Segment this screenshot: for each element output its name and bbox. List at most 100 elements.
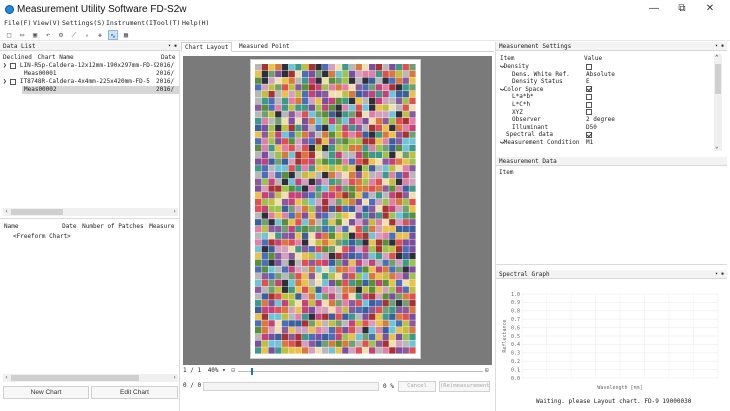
color-patch xyxy=(268,178,275,185)
scrollbar-thumb[interactable] xyxy=(715,64,721,94)
zoom-slider-thumb[interactable] xyxy=(251,368,253,375)
tab-measured-point[interactable]: Measured Point xyxy=(236,43,293,50)
scroll-down-icon[interactable]: ⌄ xyxy=(715,143,719,150)
menu-settings[interactable]: Settings(S) xyxy=(62,19,105,27)
color-patch xyxy=(342,266,349,273)
gear-icon[interactable]: ⚙ xyxy=(56,30,66,40)
horizontal-scrollbar[interactable]: ‹ › xyxy=(3,208,178,216)
color-patch xyxy=(389,84,396,91)
col-chart-name[interactable]: Chart Name xyxy=(38,54,74,61)
setting-value[interactable] xyxy=(586,63,592,70)
color-patch xyxy=(301,77,309,84)
expand-icon[interactable]: ❯ xyxy=(498,65,505,69)
new-icon[interactable]: □ xyxy=(4,30,14,40)
save-icon[interactable]: ▣ xyxy=(30,30,40,40)
patch-list-row[interactable]: <Freeform Chart> xyxy=(13,233,71,240)
list-item[interactable]: ❯ IT8748R-Caldera-4x4mm-225x420mm-FD-5 2… xyxy=(3,78,179,85)
patch-icon[interactable]: ▴ xyxy=(82,30,92,40)
scroll-left-icon[interactable]: ‹ xyxy=(3,374,10,382)
grid-icon[interactable]: ▦ xyxy=(121,30,131,40)
new-chart-button[interactable]: New Chart xyxy=(3,386,89,399)
minimize-button[interactable]: — xyxy=(646,3,662,15)
setting-checkbox[interactable] xyxy=(586,63,592,70)
col-measure[interactable]: Measure xyxy=(149,223,174,230)
undo-icon[interactable]: ↶ xyxy=(43,30,53,40)
color-patch xyxy=(295,347,302,354)
list-item[interactable]: ❯ LIN-R5p-Caldera-12x12mm-190x297mm-FD-9… xyxy=(3,62,179,69)
pin-icon[interactable]: ▾ ▪ xyxy=(168,42,177,51)
cancel-button[interactable]: Cancel xyxy=(398,381,436,392)
expand-icon[interactable]: ❯ xyxy=(498,141,505,145)
scroll-right-icon[interactable]: › xyxy=(171,374,178,382)
pin-icon[interactable]: ▾ ▪ xyxy=(715,42,724,51)
expand-icon[interactable]: ❯ xyxy=(3,78,7,85)
color-patch xyxy=(315,192,322,199)
color-patch xyxy=(362,64,369,71)
color-patch xyxy=(375,178,383,185)
color-patch xyxy=(322,219,329,226)
edit-chart-button[interactable]: Edit Chart xyxy=(91,386,178,399)
vertical-scrollbar[interactable]: ⌃ ⌄ xyxy=(714,54,722,151)
menu-help[interactable]: Help(H) xyxy=(182,19,209,27)
setting-checkbox[interactable] xyxy=(586,101,592,108)
close-button[interactable]: ✕ xyxy=(702,3,718,15)
data-list-header: Data List ▾ ▪ xyxy=(0,42,180,51)
menu-view[interactable]: View(V) xyxy=(33,19,60,27)
chart-canvas[interactable] xyxy=(183,56,492,365)
expand-icon[interactable]: ❯ xyxy=(498,87,505,91)
scrollbar-thumb[interactable] xyxy=(11,209,63,215)
list-item[interactable]: Meas00001 2016/ xyxy=(24,70,179,77)
scroll-left-icon[interactable]: ‹ xyxy=(3,208,10,216)
menu-instrument[interactable]: Instrument(I) xyxy=(106,19,157,27)
measure-icon[interactable]: ⟋ xyxy=(69,30,79,40)
setting-checkbox[interactable] xyxy=(586,86,592,93)
scrollbar-thumb[interactable] xyxy=(11,375,139,381)
zoom-in-icon[interactable]: ⊞ xyxy=(485,367,489,374)
color-patch xyxy=(348,246,356,253)
expand-icon[interactable]: ❯ xyxy=(3,62,7,69)
declined-checkbox[interactable] xyxy=(10,78,17,85)
col-date[interactable]: Date xyxy=(62,223,76,230)
scroll-right-icon[interactable]: › xyxy=(171,208,178,216)
col-date[interactable]: Date xyxy=(161,54,175,61)
color-patch xyxy=(355,158,362,165)
color-patch xyxy=(322,64,329,71)
color-patch xyxy=(315,327,322,334)
list-item-selected[interactable]: Meas00002 2016/ xyxy=(22,86,179,94)
col-patches[interactable]: Number of Patches xyxy=(82,223,143,230)
setting-checkbox[interactable] xyxy=(586,93,592,100)
color-patch xyxy=(355,64,362,71)
scroll-up-icon[interactable]: ⌃ xyxy=(715,54,719,61)
setting-value[interactable] xyxy=(586,93,592,100)
setting-value[interactable] xyxy=(586,101,592,108)
color-patch xyxy=(402,111,409,118)
horizontal-scrollbar[interactable]: ‹ › xyxy=(3,374,178,382)
col-declined[interactable]: Declined xyxy=(3,54,32,61)
col-name[interactable]: Name xyxy=(4,223,18,230)
setting-value[interactable] xyxy=(586,109,592,116)
color-patch xyxy=(342,259,349,266)
menu-file[interactable]: File(F) xyxy=(4,19,31,27)
zoom-dropdown-icon[interactable]: ▾ xyxy=(222,367,226,374)
remeasure-button[interactable]: (Re)measurement xyxy=(439,381,490,392)
pin-icon[interactable]: ▾ ▪ xyxy=(715,270,724,279)
zoom-slider[interactable] xyxy=(238,371,483,372)
menu-tool[interactable]: Tool(T) xyxy=(153,19,180,27)
setting-value[interactable] xyxy=(586,86,592,93)
zoom-out-icon[interactable]: ⊟ xyxy=(231,367,235,374)
open-icon[interactable]: ▭ xyxy=(17,30,27,40)
chart-icon[interactable]: ⚹ xyxy=(95,30,105,40)
setting-value[interactable] xyxy=(586,131,592,138)
setting-checkbox[interactable] xyxy=(586,109,592,116)
graph-icon[interactable]: ∿ xyxy=(108,30,118,40)
color-patch xyxy=(308,111,315,118)
declined-checkbox[interactable] xyxy=(10,62,17,69)
zoom-percent[interactable]: 40% xyxy=(208,367,219,374)
setting-label-text: Illuminant xyxy=(512,123,549,131)
color-patch xyxy=(348,158,356,165)
tab-chart-layout[interactable]: Chart Layout xyxy=(181,42,233,52)
color-patch xyxy=(322,138,329,145)
restore-button[interactable]: ⧉ xyxy=(674,3,690,15)
setting-checkbox[interactable] xyxy=(586,131,592,138)
color-patch xyxy=(288,198,295,206)
